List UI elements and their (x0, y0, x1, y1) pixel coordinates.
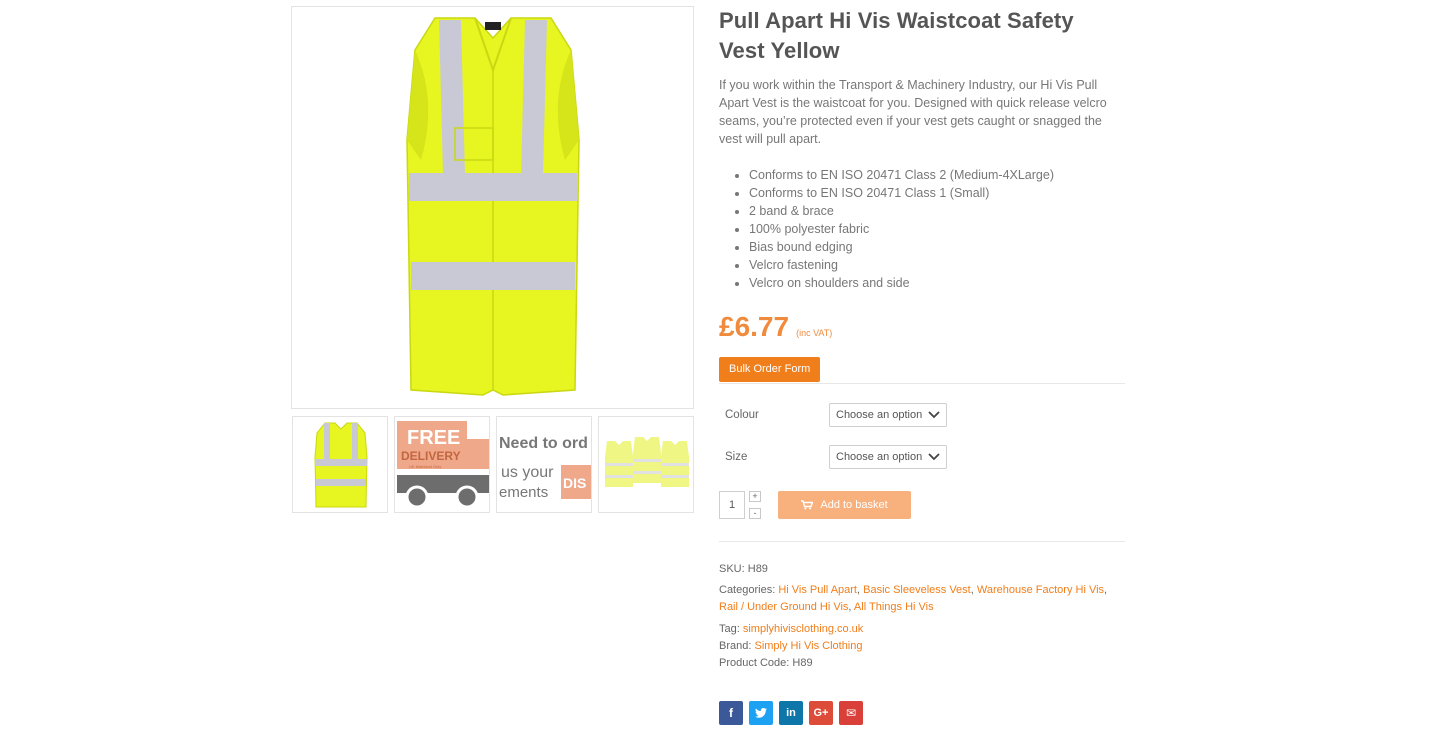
colour-label: Colour (725, 409, 759, 421)
product-summary: Pull Apart Hi Vis Waistcoat Safety Vest … (719, 6, 1125, 725)
category-link[interactable]: Warehouse Factory Hi Vis (977, 584, 1104, 596)
feature-item: Conforms to EN ISO 20471 Class 2 (Medium… (749, 166, 1125, 184)
categories-line: Categories: Hi Vis Pull Apart, Basic Sle… (719, 584, 1108, 613)
divider (719, 383, 1125, 384)
sku-value: H89 (747, 563, 768, 575)
us-your-text: us your (501, 464, 554, 481)
categories-label: Categories: (719, 584, 776, 596)
social-share: f in G+ ✉ (719, 701, 1125, 725)
feature-item: Velcro on shoulders and side (749, 274, 1125, 292)
linkedin-icon: in (786, 707, 796, 719)
discount-text: DIS (563, 475, 586, 491)
gallery-thumbnails: FREE DELIVERY UK Mainland Only Need to o… (292, 416, 695, 513)
feature-item: Velcro fastening (749, 256, 1125, 274)
brand-label: Brand: (719, 640, 752, 652)
twitter-share-button[interactable] (749, 701, 773, 725)
chevron-down-icon (928, 411, 940, 419)
feature-item: 100% polyester fabric (749, 220, 1125, 238)
sku-line: SKU: H89 (719, 561, 1125, 578)
brand-line: Brand: Simply Hi Vis Clothing (719, 638, 1125, 655)
main-product-image[interactable] (291, 6, 694, 409)
need-to-order-text: Need to ord (499, 435, 588, 452)
feature-item: Conforms to EN ISO 20471 Class 1 (Small) (749, 184, 1125, 202)
category-link[interactable]: Basic Sleeveless Vest (863, 584, 971, 596)
price-row: £6.77 (inc VAT) (719, 311, 1125, 343)
linkedin-share-button[interactable]: in (779, 701, 803, 725)
twitter-icon (755, 708, 767, 718)
uk-mainland-text: UK Mainland Only (409, 464, 441, 469)
divider (719, 541, 1125, 542)
colour-select[interactable]: Choose an option (829, 403, 947, 427)
free-text: FREE (407, 427, 460, 449)
thumbnail-bulk-order[interactable]: Need to ord us your ements DIS (496, 416, 592, 513)
quantity-minus-button[interactable]: - (749, 508, 761, 519)
bulk-order-button[interactable]: Bulk Order Form (719, 357, 821, 382)
variation-options: Colour Choose an option Size Choose an o… (719, 394, 1125, 478)
requirements-text: ements (499, 484, 548, 501)
google-plus-icon: G+ (813, 707, 829, 719)
colour-select-value: Choose an option (836, 409, 923, 421)
product-title: Pull Apart Hi Vis Waistcoat Safety Vest … (719, 8, 1074, 63)
size-select-value: Choose an option (836, 451, 923, 463)
vat-note: (inc VAT) (796, 328, 833, 338)
quantity-stepper: + - (749, 491, 761, 519)
feature-item: 2 band & brace (749, 202, 1125, 220)
email-share-button[interactable]: ✉ (839, 701, 863, 725)
size-label: Size (725, 451, 748, 463)
product-description: If you work within the Transport & Machi… (719, 78, 1107, 146)
feature-list: Conforms to EN ISO 20471 Class 2 (Medium… (719, 166, 1125, 292)
tag-label: Tag: (719, 623, 740, 635)
option-row-colour: Colour Choose an option (719, 394, 1125, 436)
size-select[interactable]: Choose an option (829, 445, 947, 469)
add-to-basket-label: Add to basket (820, 499, 888, 511)
tag-link[interactable]: simplyhivisclothing.co.uk (743, 623, 863, 635)
chevron-down-icon (928, 453, 940, 461)
quantity-plus-button[interactable]: + (749, 491, 761, 502)
sku-label: SKU: (719, 563, 745, 575)
category-link[interactable]: Hi Vis Pull Apart (778, 584, 857, 596)
price: £6.77 (719, 311, 790, 342)
add-to-cart-row: 1 + - Add to basket (719, 490, 1125, 520)
brand-link[interactable]: Simply Hi Vis Clothing (754, 640, 862, 652)
google-plus-share-button[interactable]: G+ (809, 701, 833, 725)
category-link[interactable]: All Things Hi Vis (854, 601, 934, 613)
add-to-basket-button[interactable]: Add to basket (778, 491, 911, 519)
cart-icon (801, 500, 814, 510)
thumbnail-vest-front[interactable] (292, 416, 388, 513)
delivery-text: DELIVERY (401, 449, 461, 463)
option-row-size: Size Choose an option (719, 436, 1125, 478)
quantity-input[interactable]: 1 (719, 491, 745, 519)
product-code-line: Product Code: H89 (719, 655, 1125, 672)
vest-image (405, 17, 580, 396)
feature-item: Bias bound edging (749, 238, 1125, 256)
email-icon: ✉ (845, 706, 857, 720)
thumbnail-vest-group[interactable] (598, 416, 694, 513)
category-link[interactable]: Rail / Under Ground Hi Vis (719, 601, 848, 613)
tag-line: Tag: simplyhivisclothing.co.uk (719, 621, 1125, 638)
product-code-label: Product Code: (719, 657, 790, 669)
facebook-share-button[interactable]: f (719, 701, 743, 725)
product-code-value: H89 (792, 657, 813, 669)
facebook-icon: f (729, 706, 733, 720)
thumbnail-free-delivery[interactable]: FREE DELIVERY UK Mainland Only (394, 416, 490, 513)
